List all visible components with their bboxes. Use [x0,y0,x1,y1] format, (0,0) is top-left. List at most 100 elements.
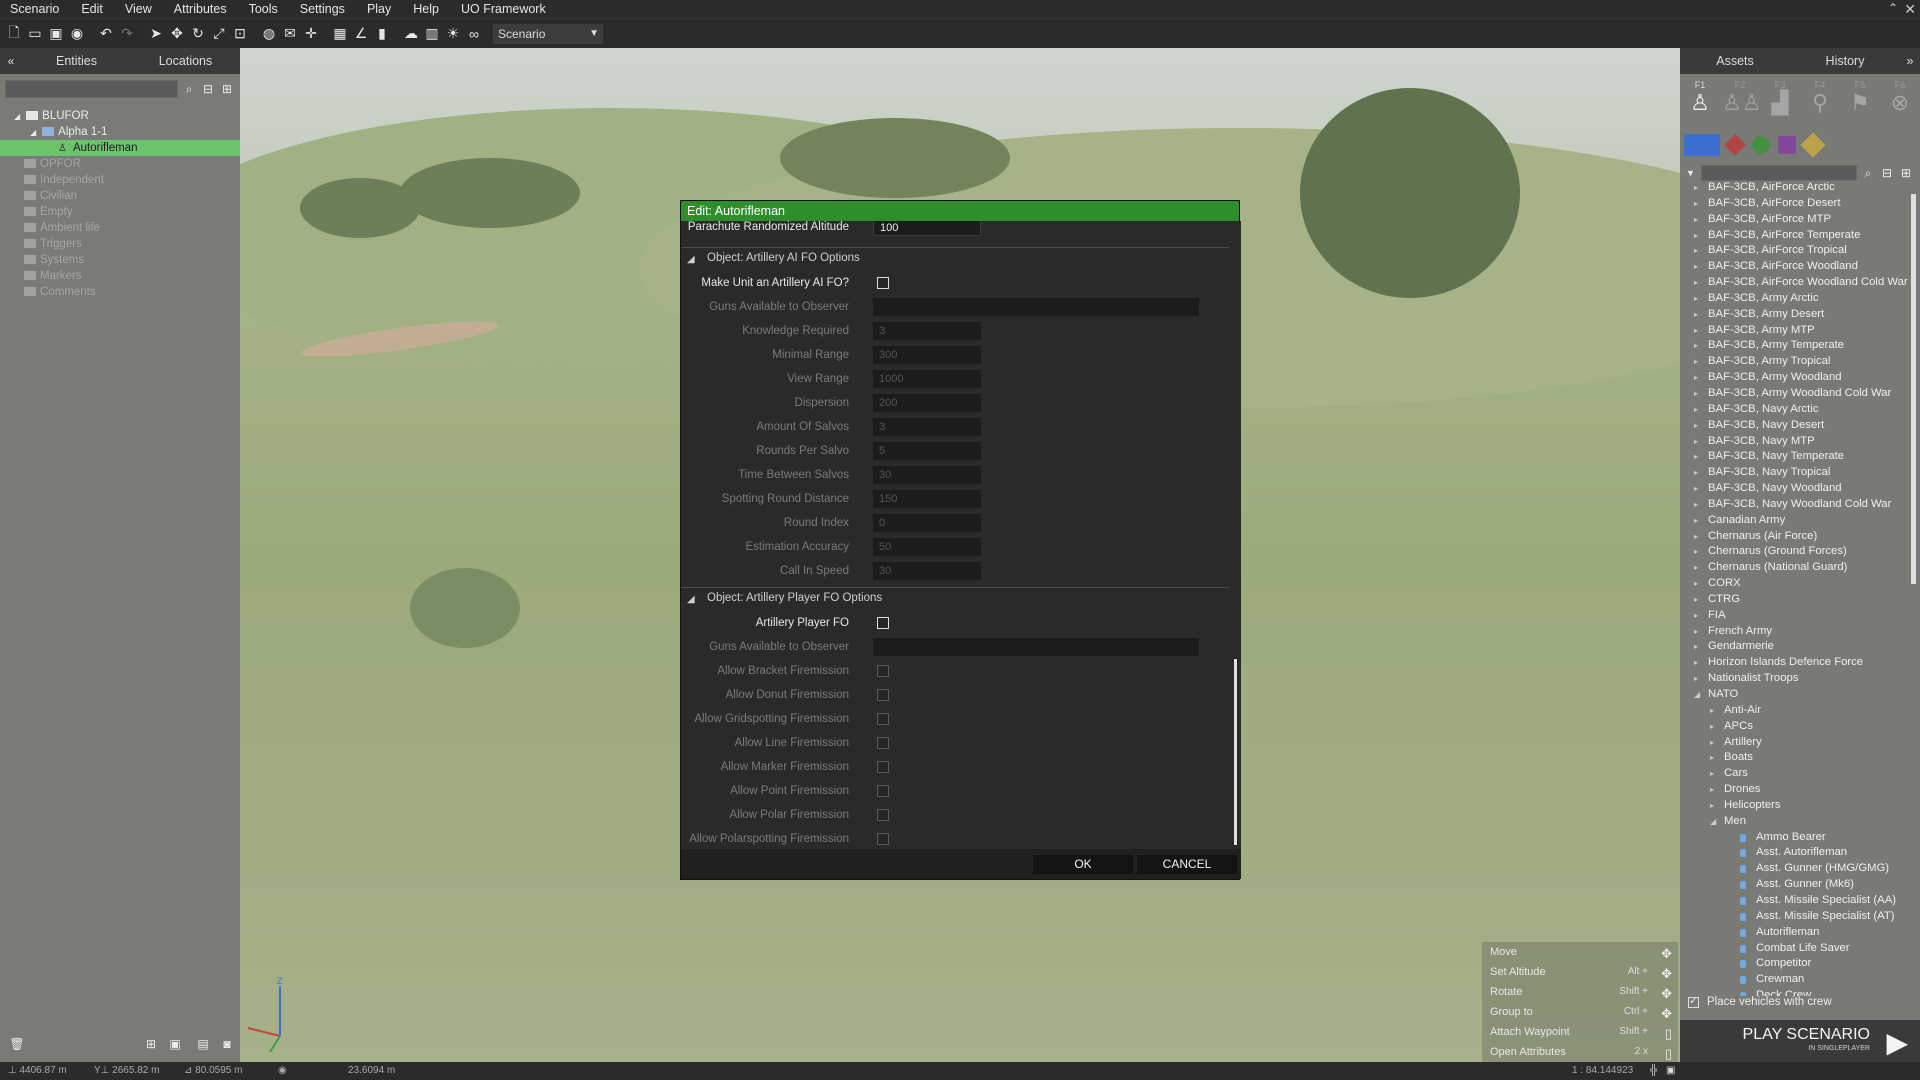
grid-toggle-icon[interactable]: ╬ [1650,1062,1657,1080]
tree-node-systems[interactable]: Systems [0,252,240,268]
ok-button[interactable]: OK [1033,855,1133,874]
collapse-all-icon[interactable]: ⊟ [1879,165,1895,181]
asset-tree-item[interactable]: ▸ BAF-3CB, Army MTP [1680,323,1908,339]
asset-tree-item[interactable]: ▸ BAF-3CB, Navy Arctic [1680,402,1908,418]
minimize-icon[interactable]: ⌃ [1888,0,1898,16]
move-tool-icon[interactable]: ✥ [167,24,187,44]
menu-settings[interactable]: Settings [289,0,356,18]
tab-assets[interactable]: Assets [1680,48,1790,74]
checkbox[interactable] [1688,994,1699,1008]
side-civilian-swatch[interactable] [1778,136,1796,154]
asset-unit-item[interactable]: Asst. Missile Specialist (AT) [1680,909,1908,925]
menu-view[interactable]: View [114,0,163,18]
asset-tree-item[interactable]: ▸ BAF-3CB, Navy Desert [1680,418,1908,434]
asset-search-input[interactable] [1700,165,1857,181]
asset-tree-item[interactable]: ▸ BAF-3CB, Army Tropical [1680,354,1908,370]
field-input[interactable]: 30 [873,562,981,580]
mode-markers[interactable]: F5 ⚑ [1842,80,1878,130]
asset-tree-item[interactable]: ▸ BAF-3CB, AirForce Woodland [1680,259,1908,275]
menu-play[interactable]: Play [356,0,402,18]
folder-action-icon[interactable]: ▣ [167,1036,183,1052]
section-artillery-ai-fo[interactable]: ◢ Object: Artillery AI FO Options [681,247,1229,273]
asset-tree-item[interactable]: ▸ Anti-Air [1680,703,1908,719]
new-folder-icon[interactable]: ⊞ [143,1036,159,1052]
angle-snap-icon[interactable]: ∠ [351,24,371,44]
firemission-checkbox[interactable] [877,785,889,797]
tree-node-markers[interactable]: Markers [0,268,240,284]
asset-tree-item[interactable]: ▸ BAF-3CB, Army Arctic [1680,291,1908,307]
tree-node-blufor[interactable]: ◢ BLUFOR [0,108,240,124]
layer-icon[interactable]: ▤ [195,1036,211,1052]
weather-icon[interactable]: ☁ [401,24,421,44]
asset-tree-item[interactable]: ▸ BAF-3CB, Navy Woodland [1680,481,1908,497]
field-input[interactable]: 0 [873,514,981,532]
tree-node-ambient-life[interactable]: Ambient life [0,220,240,236]
place-vehicles-with-crew-toggle[interactable]: Place vehicles with crew [1688,994,1832,1008]
asset-tree-item[interactable]: ▸ APCs [1680,719,1908,735]
firemission-checkbox[interactable] [877,713,889,725]
asset-tree-item[interactable]: ▸ BAF-3CB, Navy MTP [1680,434,1908,450]
collapse-right-icon[interactable]: » [1900,48,1920,74]
section-artillery-player-fo[interactable]: ◢ Object: Artillery Player FO Options [681,587,1229,613]
asset-tree-item[interactable]: ▸ BAF-3CB, Navy Woodland Cold War [1680,497,1908,513]
firemission-checkbox[interactable] [877,761,889,773]
asset-tree-item[interactable]: ◢ NATO [1680,687,1908,703]
search-icon[interactable]: ⌕ [1860,165,1876,181]
scale-tool-icon[interactable]: ⤢ [209,24,229,44]
firemission-checkbox[interactable] [877,833,889,845]
field-input[interactable]: 1000 [873,370,981,388]
tree-node-empty[interactable]: Empty [0,204,240,220]
asset-tree-item[interactable]: ▸ Drones [1680,782,1908,798]
firemission-checkbox[interactable] [877,689,889,701]
map-icon[interactable]: ✉ [280,24,300,44]
asset-tree-item[interactable]: ▸ Canadian Army [1680,513,1908,529]
asset-tree-item[interactable]: ▸ Nationalist Troops [1680,671,1908,687]
asset-tree-item[interactable]: ▸ Artillery [1680,735,1908,751]
mode-groups[interactable]: F2 ♙♙ [1722,80,1761,130]
asset-unit-item[interactable]: Competitor [1680,956,1908,972]
area-tool-icon[interactable]: ⊡ [230,24,250,44]
asset-tree-item[interactable]: ▸ FIA [1680,608,1908,624]
asset-unit-item[interactable]: Asst. Gunner (HMG/GMG) [1680,861,1908,877]
firemission-checkbox[interactable] [877,809,889,821]
globe-icon[interactable]: ◍ [259,24,279,44]
field-input[interactable]: 200 [873,394,981,412]
firemission-checkbox[interactable] [877,737,889,749]
chevron-down-icon[interactable]: ▼ [1686,168,1695,178]
mode-none[interactable]: F6 ⊗ [1882,80,1918,130]
mode-waypoints[interactable]: F4 ⚲ [1802,80,1838,130]
asset-tree-item[interactable]: ▸ BAF-3CB, AirForce Arctic [1680,180,1908,196]
field-input[interactable]: 3 [873,322,981,340]
guns-available-input[interactable] [873,638,1199,656]
new-file-icon[interactable]: 🗋 [4,24,24,44]
rotate-tool-icon[interactable]: ↻ [188,24,208,44]
asset-tree-item[interactable]: ▸ Chernarus (Ground Forces) [1680,544,1908,560]
field-input[interactable]: 3 [873,418,981,436]
sun-icon[interactable]: ☀ [443,24,463,44]
tree-node-comments[interactable]: Comments [0,284,240,300]
tree-node-triggers[interactable]: Triggers [0,236,240,252]
select-tool-icon[interactable]: ➤ [146,24,166,44]
grid-icon[interactable]: ▦ [330,24,350,44]
binoculars-icon[interactable]: ∞ [464,24,484,44]
dialog-scrollbar[interactable] [1234,229,1237,863]
tab-entities[interactable]: Entities [22,48,131,74]
mode-modules[interactable]: F3 ▟ [1762,80,1798,130]
asset-tree-item[interactable]: ▸ BAF-3CB, Navy Tropical [1680,465,1908,481]
mode-units[interactable]: F1 ♙ [1682,80,1718,130]
player-fo-checkbox[interactable] [877,617,889,629]
cancel-button[interactable]: CANCEL [1137,855,1237,874]
asset-tree-item[interactable]: ▸ BAF-3CB, AirForce Desert [1680,196,1908,212]
expand-all-icon[interactable]: ⊞ [219,81,235,97]
side-opfor-swatch[interactable] [1724,134,1746,156]
field-input[interactable]: 5 [873,442,981,460]
guns-available-input[interactable] [873,298,1199,316]
intel-icon[interactable]: ▥ [422,24,442,44]
tree-node-opfor[interactable]: OPFOR [0,156,240,172]
asset-tree-item[interactable]: ▸ Helicopters [1680,798,1908,814]
tree-node-selected-unit[interactable]: ♙ Autorifleman [0,140,240,156]
asset-tree-item[interactable]: ▸ BAF-3CB, Army Woodland Cold War [1680,386,1908,402]
asset-tree-item[interactable]: ▸ BAF-3CB, AirForce Tropical [1680,243,1908,259]
search-icon[interactable]: ⌕ [181,81,197,97]
open-folder-icon[interactable]: ▭ [25,24,45,44]
